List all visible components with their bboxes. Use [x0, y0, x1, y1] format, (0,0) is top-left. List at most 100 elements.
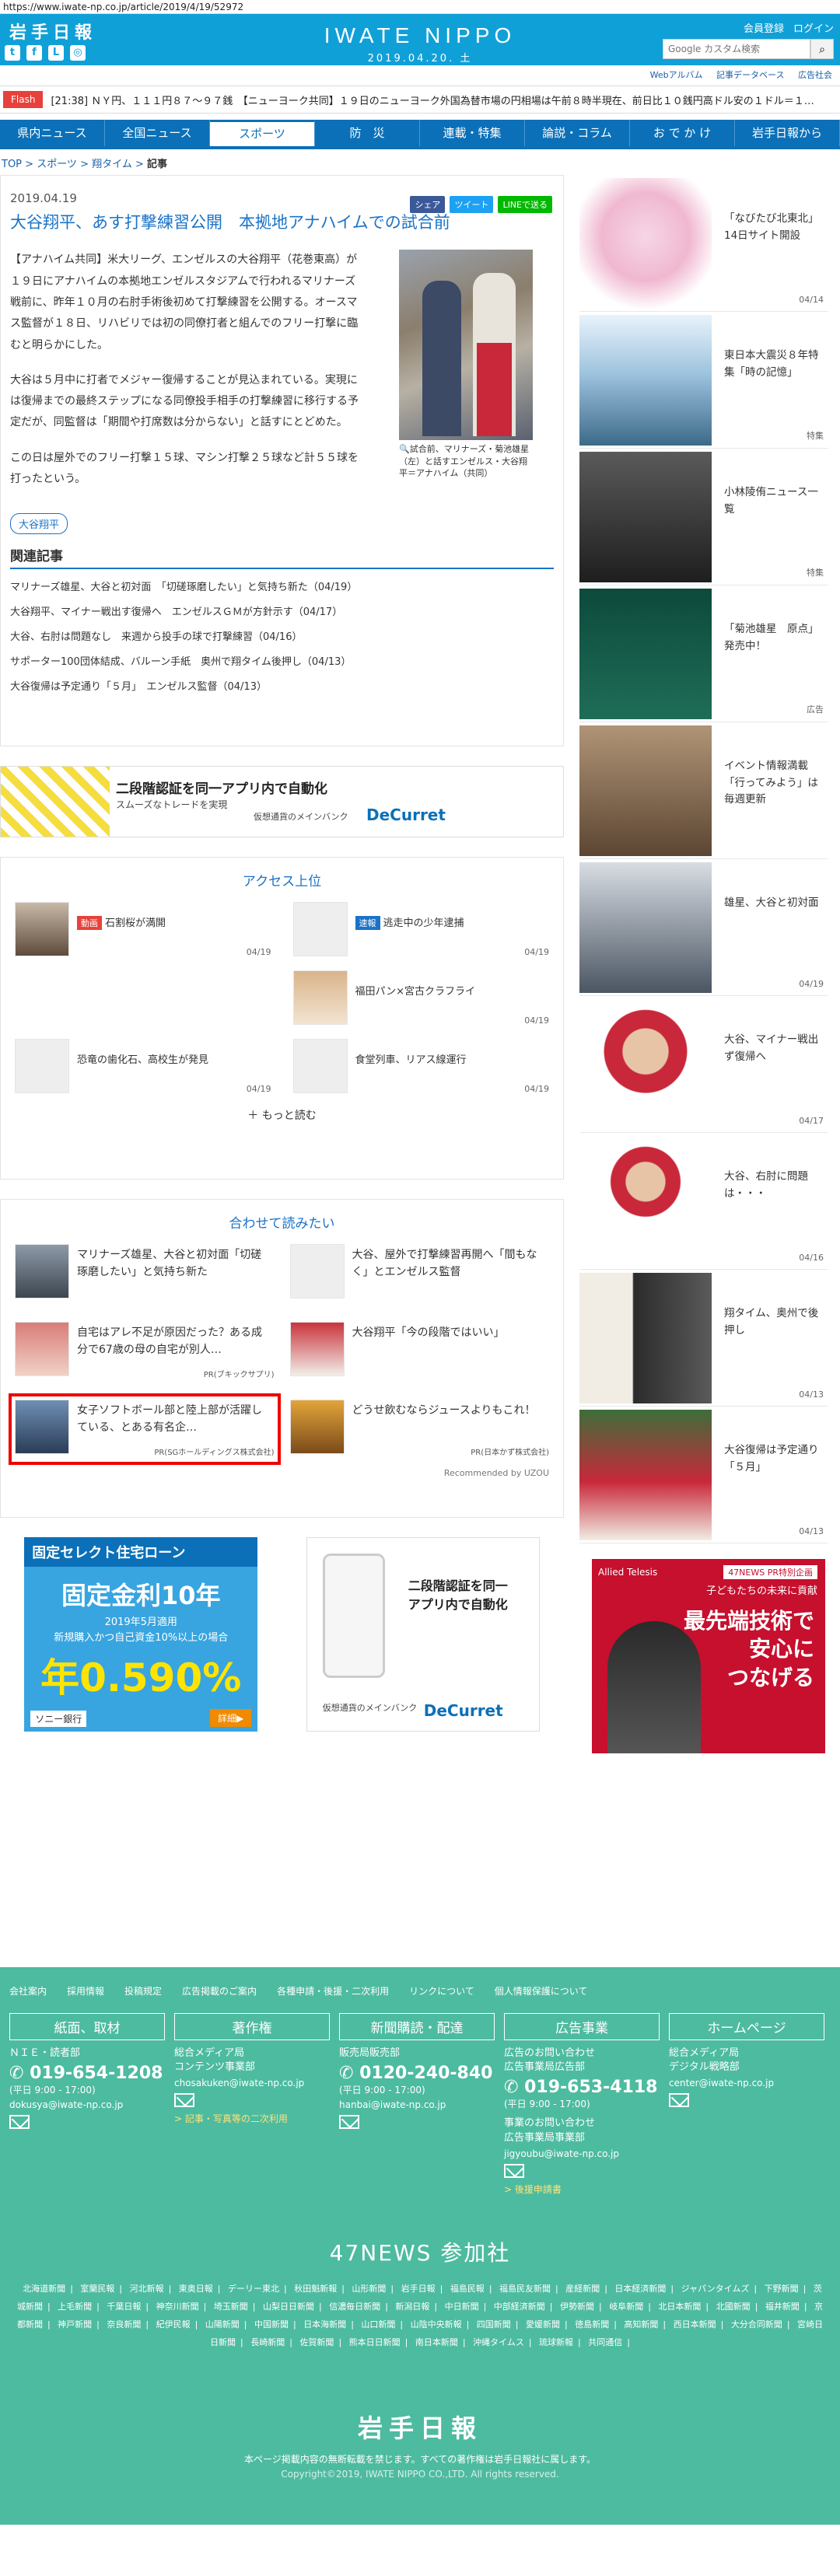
breadcrumb-sports[interactable]: スポーツ: [37, 159, 77, 170]
recommend-thumb[interactable]: [15, 1322, 69, 1376]
sidebar-item[interactable]: 小林陵侑ニュース一覧 特集: [579, 449, 828, 585]
mail-icon[interactable]: [669, 2093, 689, 2108]
footer-link[interactable]: 各種申請・後援・二次利用: [277, 1984, 389, 1998]
news47-member-link[interactable]: 岐阜新聞: [609, 2302, 643, 2312]
news47-member-link[interactable]: 奈良新聞: [107, 2319, 141, 2330]
news47-member-link[interactable]: 上毛新聞: [58, 2302, 92, 2312]
ranking-thumb[interactable]: [15, 1039, 69, 1093]
footer-link[interactable]: 広告掲載のご案内: [182, 1984, 257, 1998]
news47-member-link[interactable]: 山口新聞: [361, 2319, 395, 2330]
news47-member-link[interactable]: 山形新聞: [352, 2284, 386, 2294]
ranking-item-title[interactable]: 福田パン×宮古クラフライ: [355, 983, 476, 998]
news47-member-link[interactable]: 岩手日報: [401, 2284, 436, 2294]
news47-member-link[interactable]: 南日本新聞: [415, 2337, 458, 2347]
sidebar-item[interactable]: 翔タイム、奥州で後押し 04/13: [579, 1270, 828, 1407]
footer-col-heading[interactable]: 新聞購読・配達: [339, 2013, 495, 2040]
nav-prefecture-news[interactable]: 県内ニュース: [0, 120, 105, 146]
news47-member-link[interactable]: 北日本新聞: [658, 2302, 701, 2312]
sidebar-image[interactable]: [579, 725, 712, 856]
news47-member-link[interactable]: 福島民友新聞: [499, 2284, 551, 2294]
news47-member-link[interactable]: 沖縄タイムス: [473, 2337, 524, 2347]
sidebar-item-title[interactable]: 「なびたび北東北」14日サイト開設: [724, 211, 825, 244]
mail-icon[interactable]: [339, 2115, 359, 2130]
news47-member-link[interactable]: 琉球新報: [539, 2337, 573, 2347]
footer-email[interactable]: chosakuken@iwate-np.co.jp: [174, 2078, 330, 2088]
ranking-thumb[interactable]: [292, 902, 348, 956]
news47-member-link[interactable]: 福井新聞: [765, 2302, 800, 2312]
news47-member-link[interactable]: 共同通信: [588, 2337, 622, 2347]
news47-member-link[interactable]: 北國新聞: [716, 2302, 751, 2312]
recommend-item-title[interactable]: 大谷、屋外で打撃練習再開へ「間もなく」とエンゼルス監督: [352, 1247, 539, 1281]
ranking-thumb[interactable]: [292, 1039, 348, 1093]
nav-from-nippo[interactable]: 岩手日報から: [735, 120, 840, 146]
register-link[interactable]: 会員登録: [744, 20, 784, 35]
zoom-icon[interactable]: 🔍: [399, 444, 410, 454]
footer-phone[interactable]: ✆ 019-654-1208: [9, 2064, 165, 2083]
news47-member-link[interactable]: ジャパンタイムズ: [681, 2284, 750, 2294]
ranking-thumb[interactable]: [292, 970, 348, 1025]
sidebar-item[interactable]: 大谷復帰は予定通り「５月」 04/13: [579, 1407, 828, 1543]
sidebar-image[interactable]: [579, 1273, 712, 1403]
news47-member-link[interactable]: 信濃毎日新聞: [329, 2302, 380, 2312]
recommend-item[interactable]: どうせ飲むならジュースよりもこれ！ PR(日本かず株式会社): [289, 1400, 549, 1459]
phone-number[interactable]: 0120-240-840: [359, 2064, 492, 2083]
related-item[interactable]: サポーター100団体結成、バルーン手紙 奥州で翔タイム後押し（04/13）: [10, 650, 554, 675]
footer-secondary-link[interactable]: > 後援申請書: [504, 2183, 660, 2196]
tweet-button[interactable]: ツイート: [450, 196, 494, 213]
footer-link[interactable]: 採用情報: [67, 1984, 104, 1998]
mail-icon[interactable]: [174, 2093, 194, 2108]
nav-national-news[interactable]: 全国ニュース: [105, 120, 210, 146]
sidebar-item-title[interactable]: 「菊池雄星 原点」発売中！: [724, 621, 825, 655]
recommend-item-title[interactable]: 自宅はアレ不足が原因だった？ある成分で67歳の母の自宅が別人…: [77, 1325, 264, 1358]
recommend-item-title[interactable]: 大谷翔平「今の段階ではいい」: [352, 1325, 539, 1342]
sidebar-image[interactable]: [579, 178, 712, 309]
news47-member-link[interactable]: 長崎新聞: [250, 2337, 285, 2347]
news47-member-link[interactable]: 佐賀新聞: [299, 2337, 334, 2347]
news47-member-link[interactable]: 福島民報: [450, 2284, 485, 2294]
ranking-item[interactable]: 恐竜の歯化石、高校生が発見 04/19: [15, 1039, 271, 1099]
nav-disaster[interactable]: 防 災: [315, 120, 420, 146]
ranking-thumb[interactable]: [15, 902, 69, 956]
sidebar-image[interactable]: [579, 862, 712, 993]
related-item[interactable]: マリナーズ雄星、大谷と初対面 「切磋琢磨したい」と気持ち新た（04/19）: [10, 575, 554, 600]
news47-member-link[interactable]: 大分合同新聞: [731, 2319, 782, 2330]
sidebar-item-title[interactable]: 翔タイム、奥州で後押し: [724, 1305, 825, 1339]
facebook-share-button[interactable]: シェア: [410, 196, 446, 213]
sidebar-item-title[interactable]: 小林陵侑ニュース一覧: [724, 484, 825, 518]
phone-number[interactable]: 019-654-1208: [30, 2064, 163, 2083]
login-link[interactable]: ログイン: [793, 20, 834, 35]
article-photo[interactable]: 🔍試合前、マリナーズ・菊池雄星（左）と話すエンゼルス・大谷翔平＝アナハイム（共同…: [399, 250, 533, 479]
ranking-item[interactable]: 速報 逃走中の少年逮捕 04/19: [292, 902, 549, 963]
news47-member-link[interactable]: 熊本日日新聞: [349, 2337, 401, 2347]
article-photo-image[interactable]: [399, 250, 533, 441]
sidebar-item[interactable]: 「なびたび北東北」14日サイト開設 04/14: [579, 175, 828, 312]
ranking-item-text[interactable]: 逃走中の少年逮捕: [383, 918, 464, 929]
sidebar-item-title[interactable]: 大谷、右肘に問題は・・・: [724, 1169, 825, 1202]
news47-member-link[interactable]: 東奥日報: [179, 2284, 213, 2294]
ad-loan-cta[interactable]: 詳細▶: [210, 1709, 252, 1727]
news47-member-link[interactable]: 秋田魁新報: [294, 2284, 337, 2294]
sidebar-item-title[interactable]: 東日本大震災８年特集「時の記憶」: [724, 348, 825, 381]
footer-phone[interactable]: ✆ 019-653-4118: [504, 2078, 660, 2097]
subnav-web-album[interactable]: Webアルバム: [650, 70, 703, 80]
url-bar[interactable]: https://www.iwate-np.co.jp/article/2019/…: [0, 0, 840, 14]
news47-member-link[interactable]: 山陽新聞: [205, 2319, 240, 2330]
recommend-item[interactable]: 大谷翔平「今の段階ではいい」: [289, 1322, 550, 1381]
phone-number[interactable]: 019-653-4118: [524, 2078, 657, 2097]
footer-link[interactable]: リンクについて: [409, 1984, 474, 1998]
footer-email[interactable]: dokusya@iwate-np.co.jp: [9, 2099, 165, 2110]
mail-icon[interactable]: [504, 2163, 524, 2178]
news47-member-link[interactable]: 日本海新聞: [303, 2319, 346, 2330]
ad-home-loan[interactable]: 固定セレクト住宅ローン 固定金利10年 2019年5月適用 新規購入かつ自己資金…: [24, 1537, 258, 1732]
sidebar-ad[interactable]: Allied Telesis 47NEWS PR特別企画 子どもたちの未来に貢献…: [592, 1559, 825, 1753]
footer-col-heading[interactable]: 広告事業: [504, 2013, 660, 2040]
footer-logo[interactable]: 岩手日報: [0, 2409, 840, 2445]
mail-icon[interactable]: [9, 2115, 30, 2130]
footer-email[interactable]: jigyoubu@iwate-np.co.jp: [504, 2148, 660, 2159]
sidebar-item[interactable]: 大谷、右肘に問題は・・・ 04/16: [579, 1133, 828, 1270]
sidebar-item-title[interactable]: 大谷、マイナー戦出ず復帰へ: [724, 1032, 825, 1065]
recommend-thumb[interactable]: [15, 1400, 69, 1454]
news47-member-link[interactable]: 四国新聞: [477, 2319, 511, 2330]
sidebar-item[interactable]: 大谷、マイナー戦出ず復帰へ 04/17: [579, 996, 828, 1133]
news47-member-link[interactable]: 西日本新聞: [674, 2319, 716, 2330]
